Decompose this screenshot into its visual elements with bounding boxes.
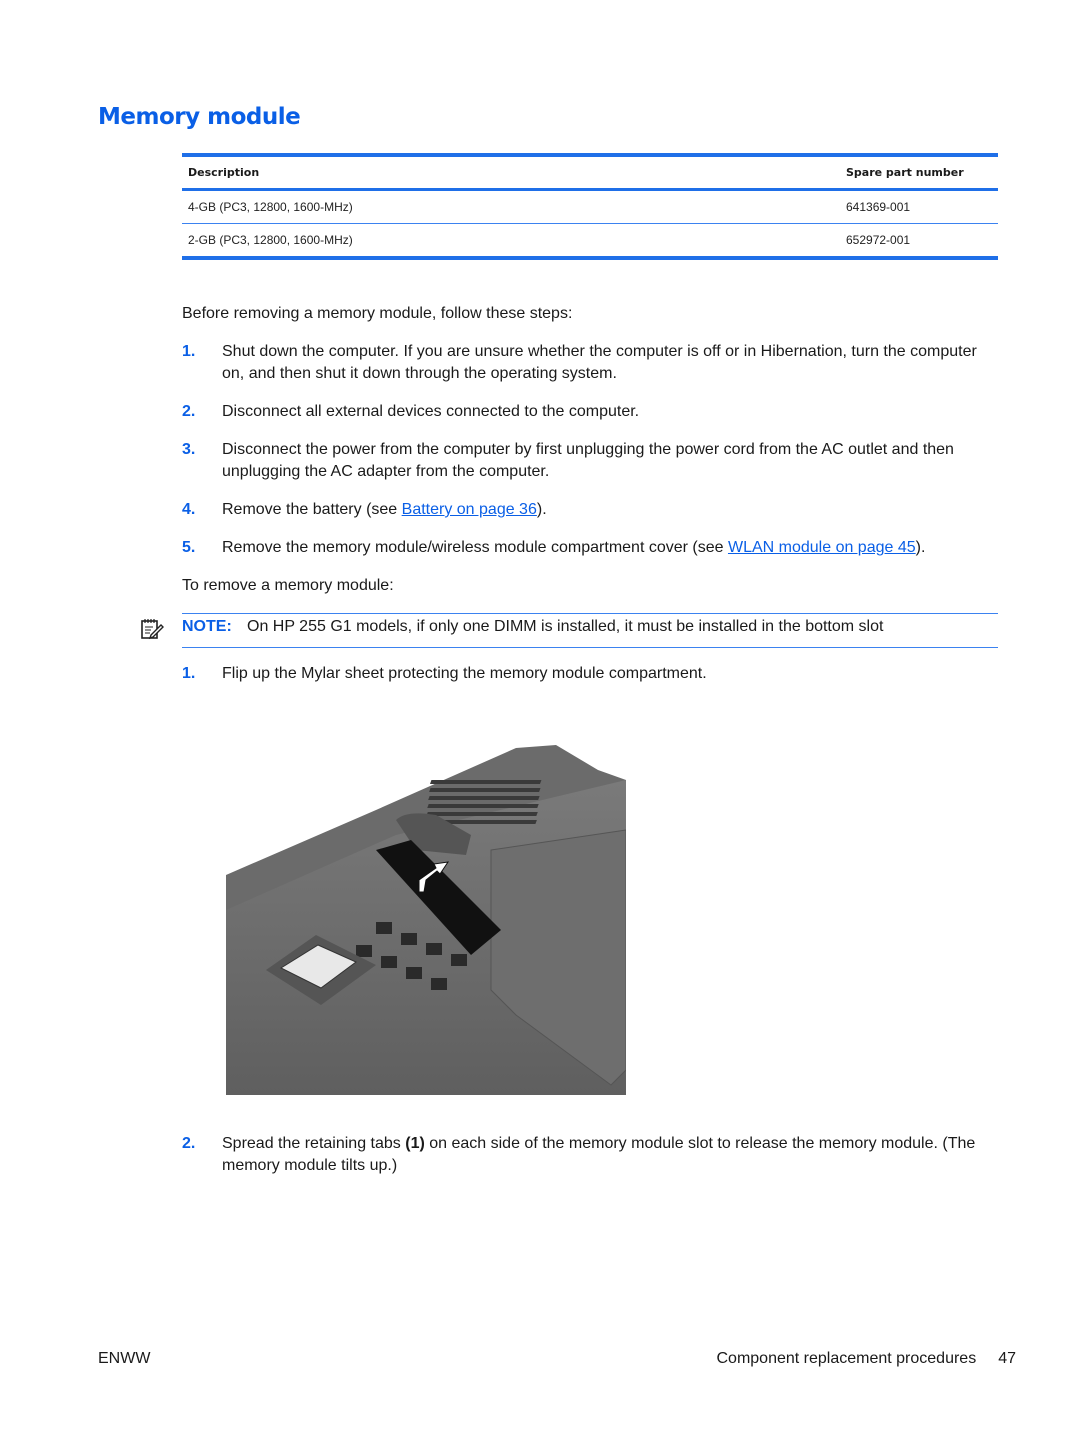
step-text-part: Remove the battery (see [222, 501, 402, 518]
step-number: 2. [182, 1135, 196, 1152]
intro-text: Before removing a memory module, follow … [182, 305, 573, 322]
step-text-part: Spread the retaining tabs [222, 1135, 406, 1152]
page-number: 47 [998, 1350, 1016, 1367]
step-text: Disconnect the power from the computer b… [222, 441, 954, 480]
footer-locale: ENWW [98, 1350, 151, 1367]
table-row: 4-GB (PC3, 12800, 1600-MHz) 641369-001 [182, 189, 998, 224]
note-pencil-icon [141, 619, 164, 640]
note-label: NOTE: [182, 618, 232, 635]
cell-part-number: 652972-001 [840, 223, 998, 260]
cell-part-number: 641369-001 [840, 189, 998, 224]
step-number: 5. [182, 539, 196, 556]
cell-description: 4-GB (PC3, 12800, 1600-MHz) [182, 189, 840, 224]
table-header-row: Description Spare part number [182, 155, 998, 190]
table-row: 2-GB (PC3, 12800, 1600-MHz) 652972-001 [182, 223, 998, 260]
note-box: NOTE: On HP 255 G1 models, if only one D… [141, 613, 998, 648]
column-header-description: Description [188, 166, 260, 179]
step-number: 1. [182, 665, 196, 682]
step-text: Shut down the computer. If you are unsur… [222, 343, 977, 382]
step-text-part: ). [915, 539, 926, 556]
cell-description: 2-GB (PC3, 12800, 1600-MHz) [182, 223, 840, 260]
step-text: Flip up the Mylar sheet protecting the m… [222, 665, 707, 682]
wlan-module-page-link[interactable]: WLAN module on page 45 [728, 539, 916, 556]
step-number: 3. [182, 441, 196, 458]
callout-number: (1) [405, 1135, 425, 1152]
step-text-part: ). [536, 501, 547, 518]
step-text: Spread the retaining tabs (1) on each si… [222, 1133, 992, 1177]
step-text: Remove the battery (see Battery on page … [222, 499, 992, 521]
footer-section: Component replacement procedures 47 [717, 1350, 1017, 1368]
step-number: 4. [182, 501, 196, 518]
note-text: On HP 255 G1 models, if only one DIMM is… [247, 618, 884, 635]
battery-page-link[interactable]: Battery on page 36 [402, 501, 537, 518]
remove-intro-text: To remove a memory module: [182, 577, 394, 594]
step-text: Remove the memory module/wireless module… [222, 537, 992, 559]
spare-parts-table: Description Spare part number 4-GB (PC3,… [182, 153, 998, 260]
step-text: Disconnect all external devices connecte… [222, 403, 640, 420]
memory-compartment-illustration [226, 745, 626, 1106]
footer-section-title: Component replacement procedures [716, 1350, 977, 1367]
column-header-spare-part: Spare part number [846, 166, 964, 179]
step-number: 2. [182, 403, 196, 420]
step-number: 1. [182, 343, 196, 360]
step-text-part: Remove the memory module/wireless module… [222, 539, 728, 556]
page-title: Memory module [98, 104, 301, 130]
